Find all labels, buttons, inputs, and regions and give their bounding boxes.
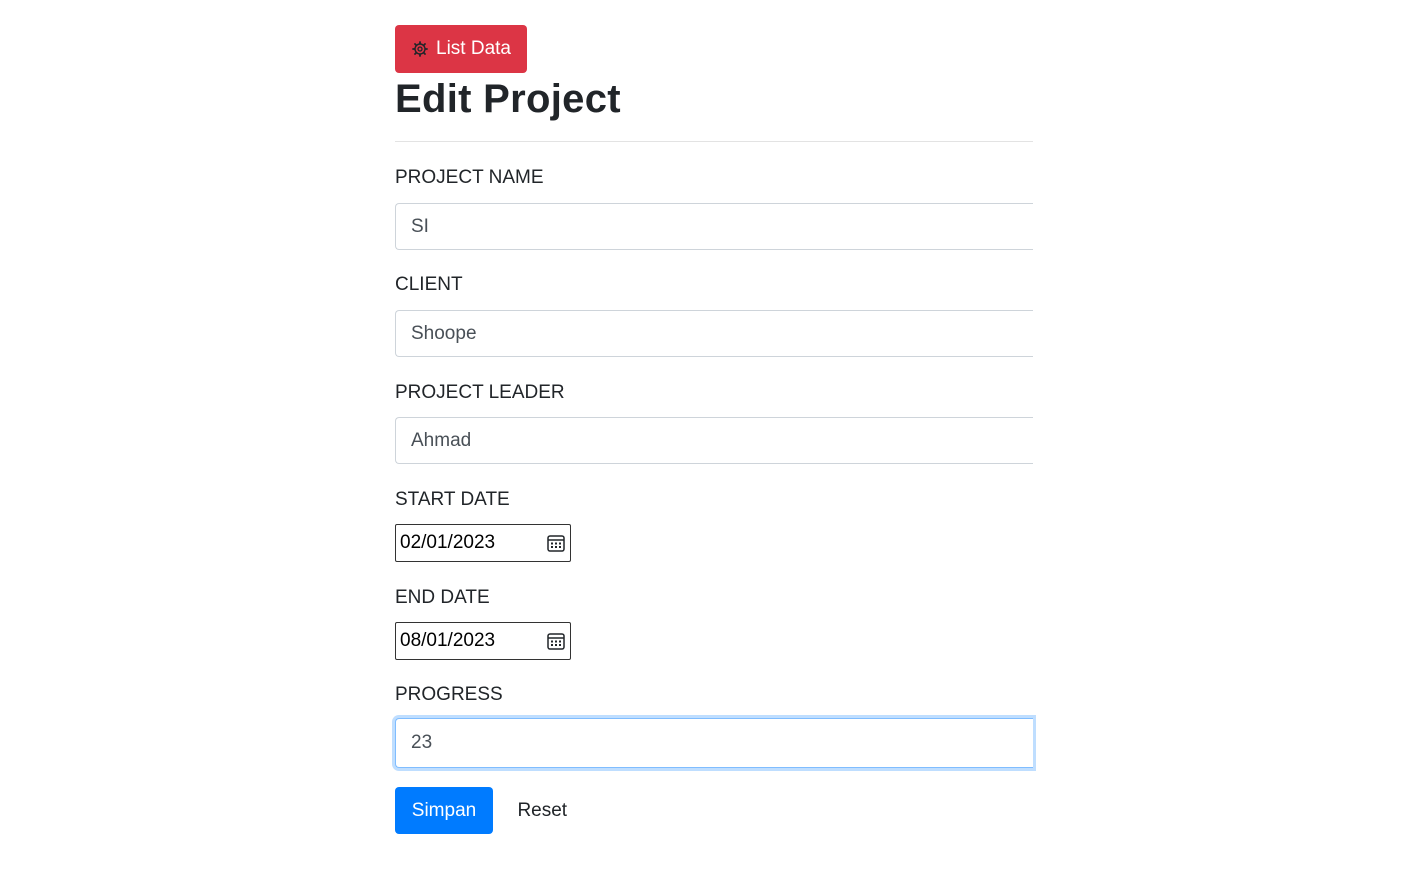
project-name-group: PROJECT NAME bbox=[395, 166, 1033, 250]
save-button[interactable]: Simpan bbox=[395, 787, 493, 834]
project-name-input[interactable] bbox=[395, 203, 1033, 250]
divider bbox=[395, 141, 1033, 142]
client-label: CLIENT bbox=[395, 274, 463, 295]
end-date-label: END DATE bbox=[395, 587, 490, 608]
project-leader-label: PROJECT LEADER bbox=[395, 382, 565, 403]
page-container: List Data Edit Project PROJECT NAME CLIE… bbox=[395, 25, 1033, 834]
end-date-value: 08/01/2023 bbox=[400, 630, 496, 651]
reset-button[interactable]: Reset bbox=[505, 787, 579, 834]
project-leader-group: PROJECT LEADER bbox=[395, 381, 1033, 464]
start-date-group: START DATE 02/01/2023 bbox=[395, 488, 1033, 562]
progress-input[interactable] bbox=[395, 718, 1033, 768]
start-date-input[interactable]: 02/01/2023 bbox=[395, 524, 571, 562]
end-date-input[interactable]: 08/01/2023 bbox=[395, 622, 571, 660]
progress-label: PROGRESS bbox=[395, 684, 503, 705]
start-date-label: START DATE bbox=[395, 489, 510, 510]
end-date-group: END DATE 08/01/2023 bbox=[395, 586, 1033, 660]
project-name-label: PROJECT NAME bbox=[395, 167, 544, 188]
form-actions: Simpan Reset bbox=[395, 787, 1033, 834]
gear-icon bbox=[412, 41, 428, 57]
progress-group: PROGRESS bbox=[395, 683, 1033, 768]
list-data-button-label: List Data bbox=[436, 38, 511, 59]
client-input[interactable] bbox=[395, 310, 1033, 357]
calendar-icon[interactable] bbox=[546, 533, 566, 553]
page-title: Edit Project bbox=[395, 77, 621, 121]
project-leader-input[interactable] bbox=[395, 417, 1033, 464]
start-date-value: 02/01/2023 bbox=[400, 532, 496, 553]
calendar-icon[interactable] bbox=[546, 631, 566, 651]
client-group: CLIENT bbox=[395, 273, 1033, 357]
list-data-button[interactable]: List Data bbox=[395, 25, 527, 73]
